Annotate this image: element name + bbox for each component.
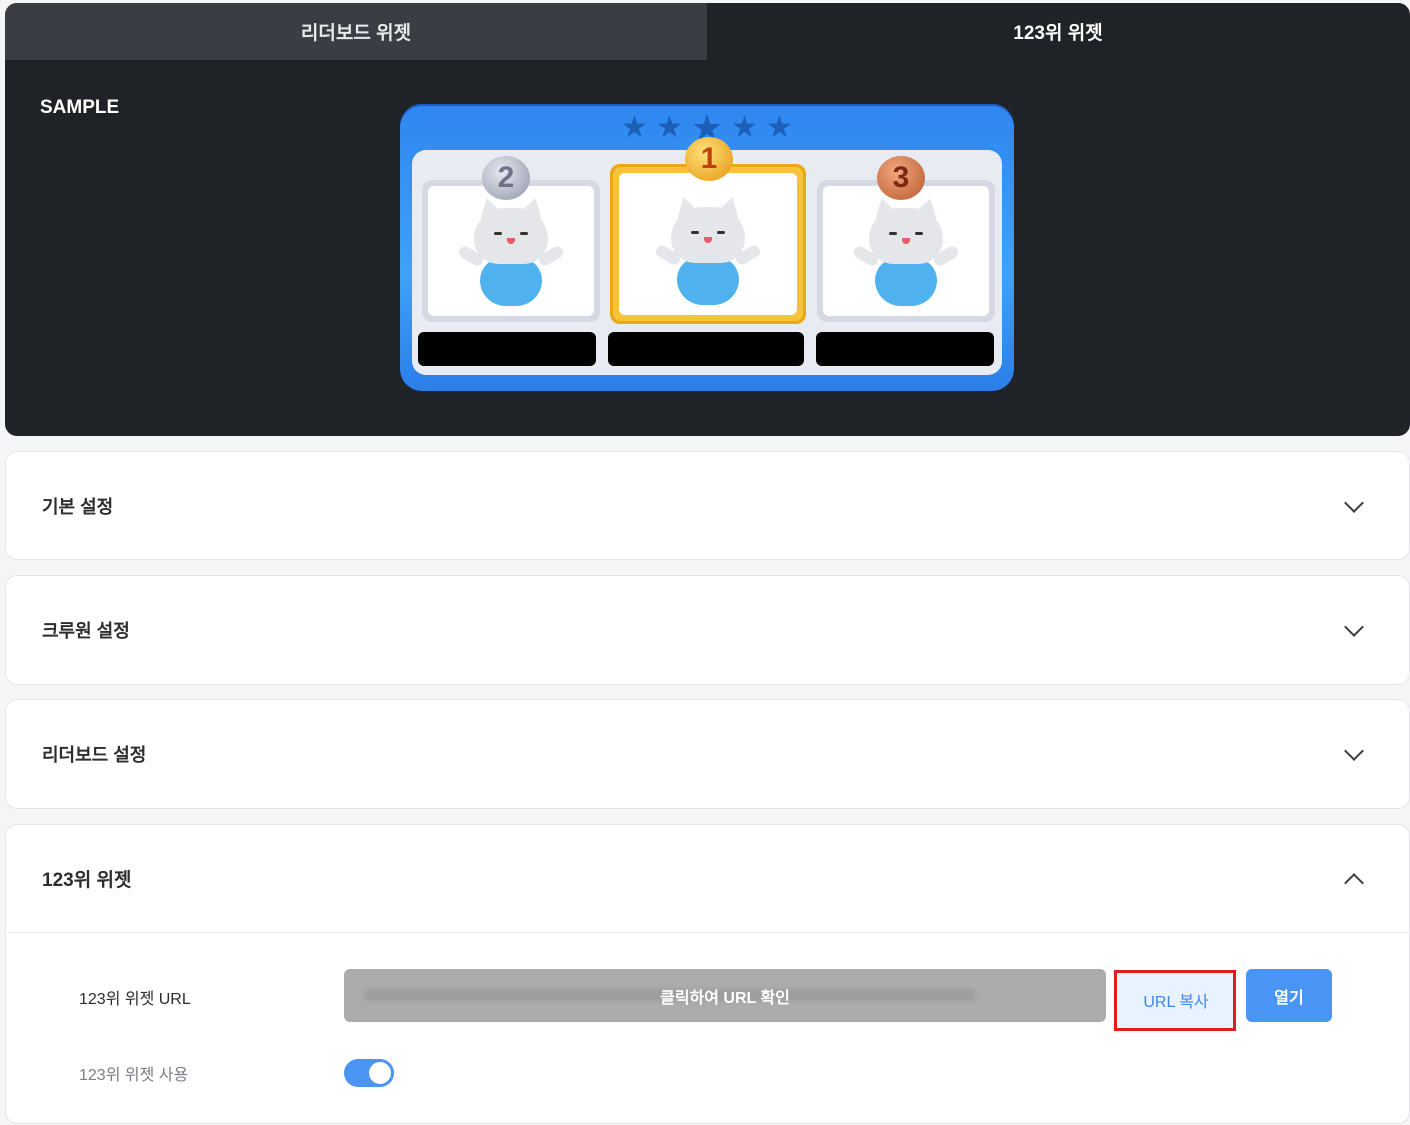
section-title: 리더보드 설정: [42, 745, 147, 765]
tab-leaderboard-widget[interactable]: 리더보드 위젯: [5, 3, 707, 60]
widget-url-label: 123위 위젯 URL: [79, 991, 191, 1008]
widget-preview: 리더보드 위젯 123위 위젯 SAMPLE ★ ★ ★ ★ ★ 2 1 3: [5, 3, 1410, 436]
open-button[interactable]: 열기: [1246, 969, 1332, 1022]
tab-top3-widget[interactable]: 123위 위젯: [707, 3, 1409, 60]
chevron-down-icon[interactable]: [1344, 617, 1364, 637]
star-icon: ★: [731, 111, 759, 144]
chevron-down-icon[interactable]: [1344, 741, 1364, 761]
podium: 2 1 3: [412, 137, 1002, 375]
silver-medal-icon: 2: [482, 156, 530, 200]
avatar: [823, 186, 989, 316]
sample-label: SAMPLE: [40, 97, 120, 118]
toggle-knob: [369, 1062, 391, 1084]
widget-enable-toggle[interactable]: [344, 1059, 394, 1087]
rank-3-name-bar: [816, 332, 994, 366]
section-header[interactable]: 123위 위젯: [6, 825, 1409, 933]
cat-illustration: [851, 192, 961, 310]
section-title: 기본 설정: [42, 497, 114, 517]
section-header[interactable]: 리더보드 설정: [6, 700, 1409, 808]
top3-widget-sample: ★ ★ ★ ★ ★ 2 1 3: [400, 104, 1014, 391]
section-leaderboard-settings: 리더보드 설정: [5, 699, 1410, 809]
section-title: 123위 위젯: [42, 870, 132, 891]
section-title: 크루원 설정: [42, 621, 130, 641]
rank-1-name-bar: [608, 332, 804, 366]
gold-medal-icon: 1: [685, 137, 733, 181]
widget-url-field[interactable]: 클릭하여 URL 확인: [344, 969, 1106, 1022]
section-header[interactable]: 크루원 설정: [6, 576, 1409, 684]
avatar: [428, 186, 594, 316]
rank-2-slot: 2: [422, 156, 600, 322]
url-hint: 클릭하여 URL 확인: [660, 989, 790, 1007]
cat-illustration: [653, 191, 763, 309]
star-icon: ★: [655, 111, 683, 144]
bronze-medal-icon: 3: [877, 156, 925, 200]
chevron-down-icon[interactable]: [1344, 493, 1364, 513]
section-crew-settings: 크루원 설정: [5, 575, 1410, 685]
rank-3-slot: 3: [817, 156, 995, 322]
rank-2-name-bar: [418, 332, 596, 366]
widget-tabs: 리더보드 위젯 123위 위젯: [5, 3, 1410, 60]
rank-1-slot: 1: [610, 137, 806, 324]
widget-enable-label: 123위 위젯 사용: [79, 1067, 189, 1084]
section-header[interactable]: 기본 설정: [6, 452, 1409, 560]
star-icon: ★: [621, 111, 648, 144]
cat-illustration: [456, 192, 566, 310]
section-basic-settings: 기본 설정: [5, 451, 1410, 560]
highlight-box: [1114, 970, 1236, 1031]
avatar: [619, 173, 797, 315]
star-icon: ★: [766, 111, 793, 144]
chevron-up-icon[interactable]: [1344, 872, 1364, 893]
